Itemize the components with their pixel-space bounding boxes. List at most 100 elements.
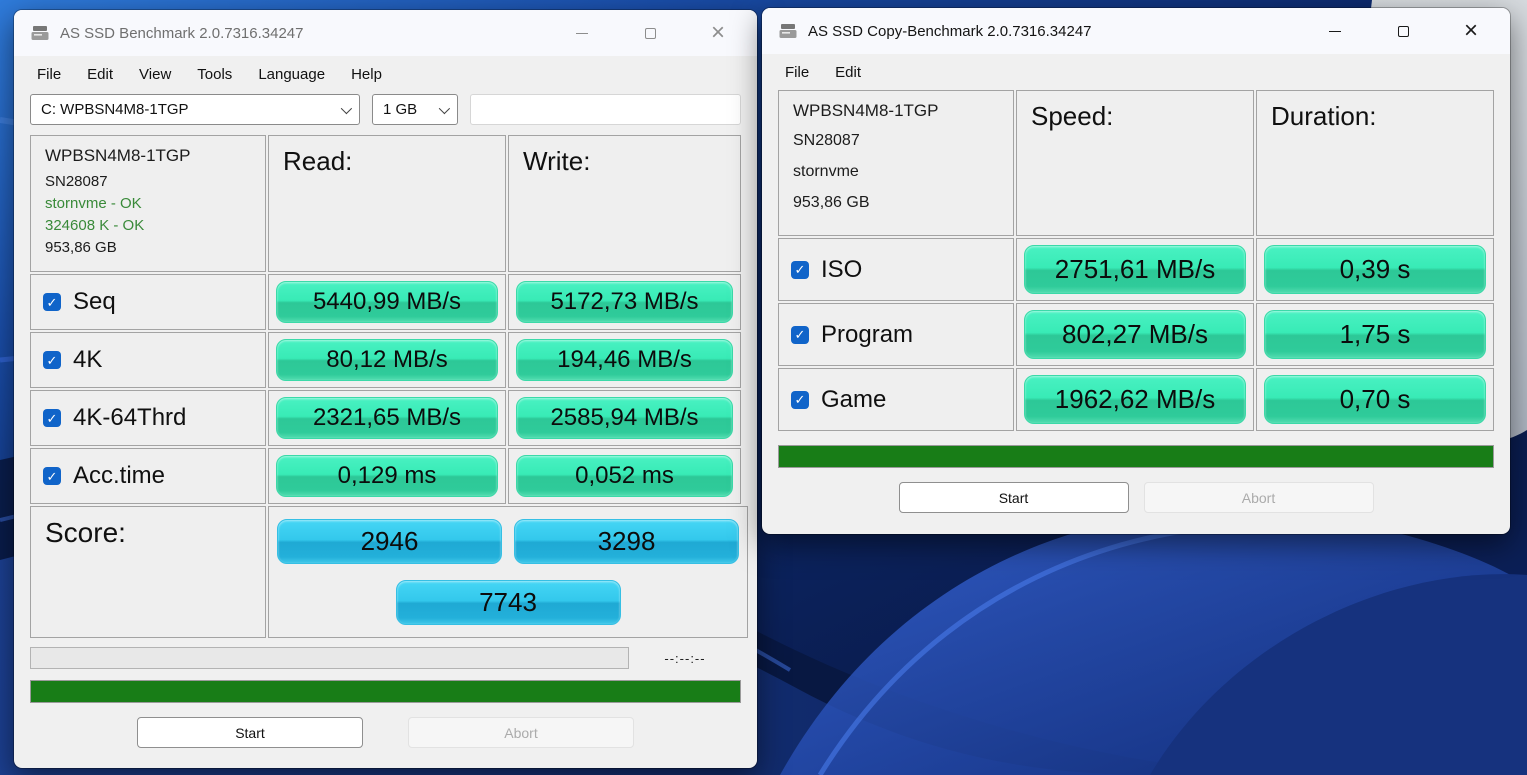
check-icon: ✓ (47, 470, 58, 483)
seq-read-value: 5440,99 MB/s (276, 281, 498, 323)
4k64-read-value: 2321,65 MB/s (276, 397, 498, 439)
game-checkbox[interactable]: ✓ (791, 391, 809, 409)
drive-capacity: 953,86 GB (793, 194, 999, 212)
4k64-checkbox[interactable]: ✓ (43, 409, 61, 427)
close-icon: × (1464, 19, 1478, 43)
check-icon: ✓ (47, 296, 58, 309)
menu-language[interactable]: Language (245, 61, 338, 88)
row-label: Program (821, 321, 913, 349)
table-row-4k64thrd: ✓ 4K-64Thrd 2321,65 MB/s 2585,94 MB/s (30, 390, 741, 446)
window-title: AS SSD Copy-Benchmark 2.0.7316.34247 (808, 23, 1092, 40)
score-write-value: 3298 (514, 519, 739, 564)
table-row-acctime: ✓ Acc.time 0,129 ms 0,052 ms (30, 448, 741, 504)
app-drive-icon (30, 24, 50, 42)
test-size-select[interactable]: 1 GB (372, 94, 458, 125)
check-icon: ✓ (795, 263, 806, 276)
start-button[interactable]: Start (899, 482, 1129, 513)
acctime-read-value: 0,129 ms (276, 455, 498, 497)
test-progress-bar (30, 647, 629, 669)
close-button[interactable]: × (1448, 14, 1494, 48)
drive-select-value: C: WPBSN4M8-1TGP (41, 101, 189, 118)
score-label: Score: (31, 507, 265, 559)
table-row-iso: ✓ ISO 2751,61 MB/s 0,39 s (778, 238, 1494, 301)
row-label: Game (821, 386, 886, 414)
minimize-icon (1329, 31, 1341, 32)
drive-model: WPBSN4M8-1TGP (45, 146, 251, 166)
menu-tools[interactable]: Tools (184, 61, 245, 88)
drive-info-panel: WPBSN4M8-1TGP SN28087 stornvme 953,86 GB (778, 90, 1014, 236)
seq-checkbox[interactable]: ✓ (43, 293, 61, 311)
abort-button[interactable]: Abort (408, 717, 634, 748)
drive-serial: SN28087 (793, 132, 999, 150)
test-size-value: 1 GB (383, 101, 417, 118)
titlebar[interactable]: AS SSD Copy-Benchmark 2.0.7316.34247 × (762, 8, 1510, 54)
table-row-seq: ✓ Seq 5440,99 MB/s 5172,73 MB/s (30, 274, 741, 330)
row-label: 4K (73, 346, 102, 374)
menu-edit[interactable]: Edit (822, 59, 874, 86)
abort-button[interactable]: Abort (1144, 482, 1374, 513)
row-label: ISO (821, 256, 862, 284)
copy-benchmark-table: WPBSN4M8-1TGP SN28087 stornvme 953,86 GB… (778, 90, 1494, 431)
4k-checkbox[interactable]: ✓ (43, 351, 61, 369)
check-icon: ✓ (47, 412, 58, 425)
start-button[interactable]: Start (137, 717, 363, 748)
maximize-button[interactable] (1380, 14, 1426, 48)
table-row-4k: ✓ 4K 80,12 MB/s 194,46 MB/s (30, 332, 741, 388)
iso-checkbox[interactable]: ✓ (791, 261, 809, 279)
app-drive-icon (778, 22, 798, 40)
table-row-score: Score: 2946 3298 7743 (30, 506, 741, 638)
minimize-button[interactable] (559, 16, 605, 50)
window-title: AS SSD Benchmark 2.0.7316.34247 (60, 25, 304, 42)
menu-help[interactable]: Help (338, 61, 395, 88)
table-row-program: ✓ Program 802,27 MB/s 1,75 s (778, 303, 1494, 366)
drive-model: WPBSN4M8-1TGP (793, 101, 999, 121)
row-label: Acc.time (73, 462, 165, 490)
drive-select[interactable]: C: WPBSN4M8-1TGP (30, 94, 360, 125)
iso-duration-value: 0,39 s (1264, 245, 1486, 294)
drive-info-panel: WPBSN4M8-1TGP SN28087 stornvme - OK 3246… (30, 135, 266, 272)
close-button[interactable]: × (695, 16, 741, 50)
check-icon: ✓ (47, 354, 58, 367)
speed-column-header: Speed: (1016, 90, 1254, 236)
menu-bar: File Edit View Tools Language Help (14, 56, 757, 92)
menu-edit[interactable]: Edit (74, 61, 126, 88)
program-speed-value: 802,27 MB/s (1024, 310, 1246, 359)
score-total-value: 7743 (396, 580, 621, 625)
4k-read-value: 80,12 MB/s (276, 339, 498, 381)
check-icon: ✓ (795, 393, 806, 406)
driver-status: stornvme - OK (45, 195, 251, 212)
minimize-button[interactable] (1312, 14, 1358, 48)
elapsed-time: --:--:-- (629, 651, 741, 666)
drive-driver: stornvme (793, 163, 999, 181)
table-row-game: ✓ Game 1962,62 MB/s 0,70 s (778, 368, 1494, 431)
table-header-row: WPBSN4M8-1TGP SN28087 stornvme 953,86 GB… (778, 90, 1494, 236)
chevron-down-icon (439, 102, 450, 113)
titlebar[interactable]: AS SSD Benchmark 2.0.7316.34247 × (14, 10, 757, 56)
overall-progress-bar (30, 680, 741, 703)
menu-view[interactable]: View (126, 61, 184, 88)
iso-speed-value: 2751,61 MB/s (1024, 245, 1246, 294)
maximize-icon (645, 28, 656, 39)
program-checkbox[interactable]: ✓ (791, 326, 809, 344)
menu-file[interactable]: File (772, 59, 822, 86)
copy-benchmark-window: AS SSD Copy-Benchmark 2.0.7316.34247 × F… (762, 8, 1510, 534)
game-duration-value: 0,70 s (1264, 375, 1486, 424)
table-header-row: WPBSN4M8-1TGP SN28087 stornvme - OK 3246… (30, 135, 741, 272)
acctime-checkbox[interactable]: ✓ (43, 467, 61, 485)
acctime-write-value: 0,052 ms (516, 455, 733, 497)
4k64-write-value: 2585,94 MB/s (516, 397, 733, 439)
game-speed-value: 1962,62 MB/s (1024, 375, 1246, 424)
maximize-button[interactable] (627, 16, 673, 50)
benchmark-table: WPBSN4M8-1TGP SN28087 stornvme - OK 3246… (30, 135, 741, 638)
close-icon: × (711, 21, 725, 45)
menu-file[interactable]: File (24, 61, 74, 88)
overall-progress-bar (778, 445, 1494, 468)
duration-column-header: Duration: (1256, 90, 1494, 236)
status-textbox[interactable] (470, 94, 741, 125)
alignment-status: 324608 K - OK (45, 217, 251, 234)
drive-serial: SN28087 (45, 173, 251, 190)
row-label: 4K-64Thrd (73, 404, 186, 432)
seq-write-value: 5172,73 MB/s (516, 281, 733, 323)
write-column-header: Write: (508, 135, 741, 272)
minimize-icon (576, 33, 588, 34)
